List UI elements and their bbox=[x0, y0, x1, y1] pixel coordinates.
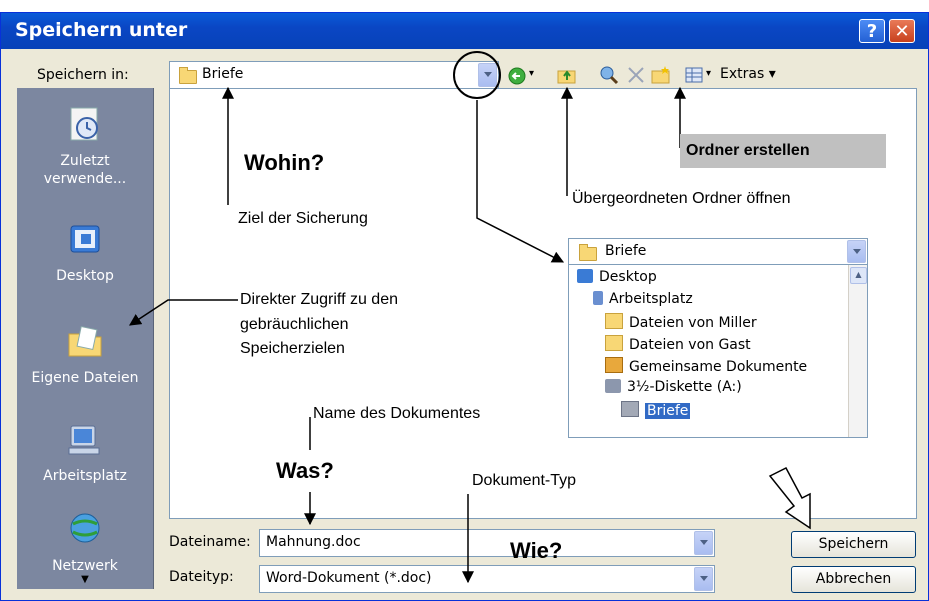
place-my-computer[interactable]: Arbeitsplatz bbox=[17, 420, 153, 484]
filename-input[interactable]: Mahnung.doc bbox=[259, 529, 715, 557]
up-folder-icon[interactable] bbox=[557, 65, 577, 85]
annotation-wohin: Wohin? bbox=[244, 150, 325, 175]
new-folder-icon[interactable] bbox=[651, 65, 671, 85]
tree-item-label: Dateien von Miller bbox=[629, 315, 757, 331]
tree-item[interactable]: Desktop bbox=[577, 269, 657, 285]
desktop-icon bbox=[70, 225, 100, 253]
filetype-select[interactable]: Word-Dokument (*.doc) bbox=[259, 565, 715, 593]
cancel-button[interactable]: Abbrechen bbox=[791, 566, 916, 593]
annotation-direkter-1: Direkter Zugriff zu den bbox=[240, 291, 398, 308]
tree-item[interactable]: Arbeitsplatz bbox=[593, 291, 693, 307]
folder-icon bbox=[179, 67, 197, 84]
my-computer-icon bbox=[593, 291, 603, 305]
annotation-name-des-dokumentes: Name des Dokumentes bbox=[313, 405, 481, 422]
views-dropdown-icon[interactable]: ▾ bbox=[706, 68, 711, 79]
tree-item-label: 3½-Diskette (A:) bbox=[627, 379, 742, 395]
annotation-direkter-3: Speicherzielen bbox=[240, 340, 345, 357]
folder-icon bbox=[579, 244, 597, 261]
place-desktop-label: Desktop bbox=[56, 268, 114, 284]
my-documents-icon bbox=[68, 325, 102, 357]
chevron-down-icon[interactable] bbox=[694, 567, 713, 591]
tree-item-selected[interactable]: Briefe bbox=[621, 401, 691, 419]
tree-item[interactable]: Dateien von Gast bbox=[605, 335, 751, 353]
folder-icon bbox=[605, 335, 623, 351]
delete-icon[interactable] bbox=[626, 65, 646, 85]
save-in-value: Briefe bbox=[202, 66, 244, 82]
save-in-label: Speichern in: bbox=[37, 67, 129, 83]
help-button[interactable]: ? bbox=[859, 19, 885, 43]
location-dropdown-list[interactable]: Briefe ▲ Desktop Arbeitsplatz Dateien vo… bbox=[568, 238, 868, 438]
folder-icon bbox=[605, 313, 623, 329]
tree-item-label: Briefe bbox=[645, 403, 691, 419]
place-my-computer-label: Arbeitsplatz bbox=[43, 468, 127, 484]
chevron-down-icon[interactable] bbox=[694, 531, 713, 555]
place-desktop[interactable]: Desktop bbox=[17, 220, 153, 284]
place-recent-label: Zuletzt verwende... bbox=[43, 153, 127, 187]
my-computer-icon bbox=[68, 425, 100, 455]
views-icon[interactable] bbox=[684, 65, 704, 85]
place-network[interactable]: Netzwerk ▼ bbox=[17, 510, 153, 585]
save-in-combo[interactable]: Briefe bbox=[169, 61, 499, 89]
filetype-value: Word-Dokument (*.doc) bbox=[266, 570, 432, 586]
desktop-icon bbox=[577, 269, 593, 283]
annotation-ordner-erstellen: Ordner erstellen bbox=[680, 134, 886, 168]
places-bar: Zuletzt verwende... Desktop Eigene Datei… bbox=[17, 88, 154, 589]
annotation-dokument-typ: Dokument-Typ bbox=[472, 472, 577, 489]
places-scroll-down-icon[interactable]: ▼ bbox=[17, 574, 153, 585]
annotation-wie: Wie? bbox=[510, 538, 563, 563]
tree-item[interactable]: Dateien von Miller bbox=[605, 313, 757, 331]
tree-scrollbar[interactable]: ▲ bbox=[848, 265, 867, 437]
annotation-direkter-2: gebräuchlichen bbox=[240, 316, 349, 333]
recent-icon bbox=[70, 107, 98, 141]
place-network-label: Netzwerk bbox=[52, 558, 118, 574]
back-dropdown-icon[interactable]: ▾ bbox=[529, 68, 534, 79]
tree-item[interactable]: Gemeinsame Dokumente bbox=[605, 357, 807, 375]
network-icon bbox=[70, 513, 100, 543]
filename-label: Dateiname: bbox=[169, 534, 251, 550]
tree-item-label: Arbeitsplatz bbox=[609, 291, 693, 307]
tree-item-label: Dateien von Gast bbox=[629, 337, 751, 353]
annotation-was: Was? bbox=[276, 458, 334, 483]
scroll-up-icon[interactable]: ▲ bbox=[850, 267, 867, 284]
close-button[interactable]: ✕ bbox=[889, 19, 915, 43]
tree-item-label: Desktop bbox=[599, 269, 657, 285]
shared-folder-icon bbox=[605, 357, 623, 373]
annotation-ziel: Ziel der Sicherung bbox=[238, 210, 368, 227]
chevron-down-icon[interactable] bbox=[847, 240, 866, 263]
extras-menu[interactable]: Extras ▾ bbox=[720, 66, 776, 82]
folder-icon bbox=[621, 401, 639, 417]
floppy-drive-icon bbox=[605, 379, 621, 393]
search-web-icon[interactable] bbox=[599, 65, 619, 85]
dropdown-header[interactable]: Briefe bbox=[569, 239, 867, 265]
save-button[interactable]: Speichern bbox=[791, 531, 916, 558]
chevron-down-icon[interactable] bbox=[478, 63, 497, 87]
filetype-label: Dateityp: bbox=[169, 569, 234, 585]
tree-item[interactable]: 3½-Diskette (A:) bbox=[605, 379, 742, 395]
place-my-documents[interactable]: Eigene Dateien bbox=[17, 322, 153, 386]
place-recent[interactable]: Zuletzt verwende... bbox=[17, 104, 153, 188]
annotation-uebergeordnet: Übergeordneten Ordner öffnen bbox=[572, 190, 791, 207]
dropdown-header-label: Briefe bbox=[605, 243, 647, 259]
back-icon[interactable] bbox=[507, 66, 527, 86]
title-bar: Speichern unter ? ✕ bbox=[1, 13, 928, 49]
filename-value: Mahnung.doc bbox=[266, 534, 361, 550]
dialog-title: Speichern unter bbox=[15, 19, 188, 41]
tree-item-label: Gemeinsame Dokumente bbox=[629, 359, 808, 375]
place-my-documents-label: Eigene Dateien bbox=[31, 370, 139, 386]
